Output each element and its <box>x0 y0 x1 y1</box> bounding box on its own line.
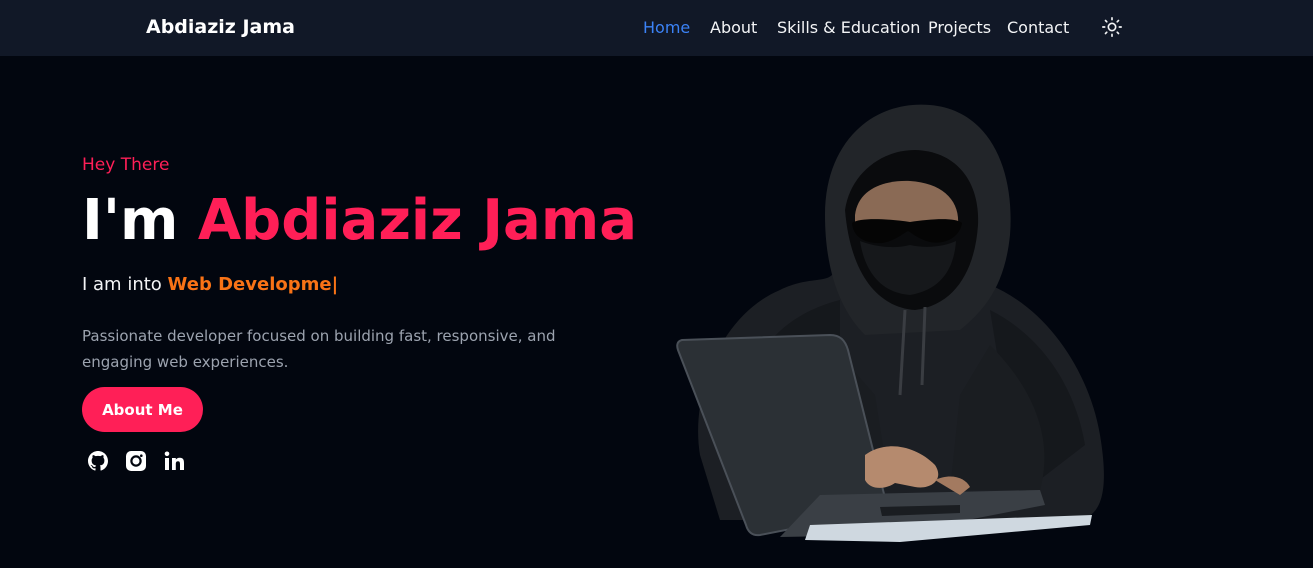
nav-link-contact[interactable]: Contact <box>1007 18 1069 37</box>
instagram-icon <box>126 451 146 471</box>
hero-subtitle-prefix: I am into <box>82 274 162 295</box>
hero-description: Passionate developer focused on building… <box>82 327 556 371</box>
hacker-illustration <box>676 104 1104 542</box>
typed-text: Web Developme <box>167 274 332 295</box>
nav-link-about[interactable]: About <box>710 18 757 37</box>
typed-cursor: | <box>331 274 339 295</box>
linkedin-icon <box>164 451 184 470</box>
github-link[interactable] <box>86 449 110 473</box>
linkedin-link[interactable] <box>162 449 186 473</box>
nav-link-projects[interactable]: Projects <box>928 18 991 37</box>
navbar: Abdiaziz Jama Home About Skills & Educat… <box>0 0 1313 56</box>
theme-toggle-button[interactable] <box>1101 16 1123 38</box>
hero-title-name: Abdiaziz Jama <box>197 188 637 253</box>
hero-subtitle: I am into Web Developme| <box>82 274 338 295</box>
nav-link-skills-education[interactable]: Skills & Education <box>777 18 920 37</box>
github-icon <box>88 451 109 471</box>
hero-title: I'm Abdiaziz Jama <box>82 187 637 255</box>
sun-icon <box>1102 17 1122 37</box>
about-me-button[interactable]: About Me <box>82 387 203 432</box>
nav-link-home[interactable]: Home <box>643 18 690 37</box>
instagram-link[interactable] <box>124 449 148 473</box>
hero-greeting: Hey There <box>82 155 170 175</box>
hero-title-prefix: I'm <box>82 188 179 253</box>
